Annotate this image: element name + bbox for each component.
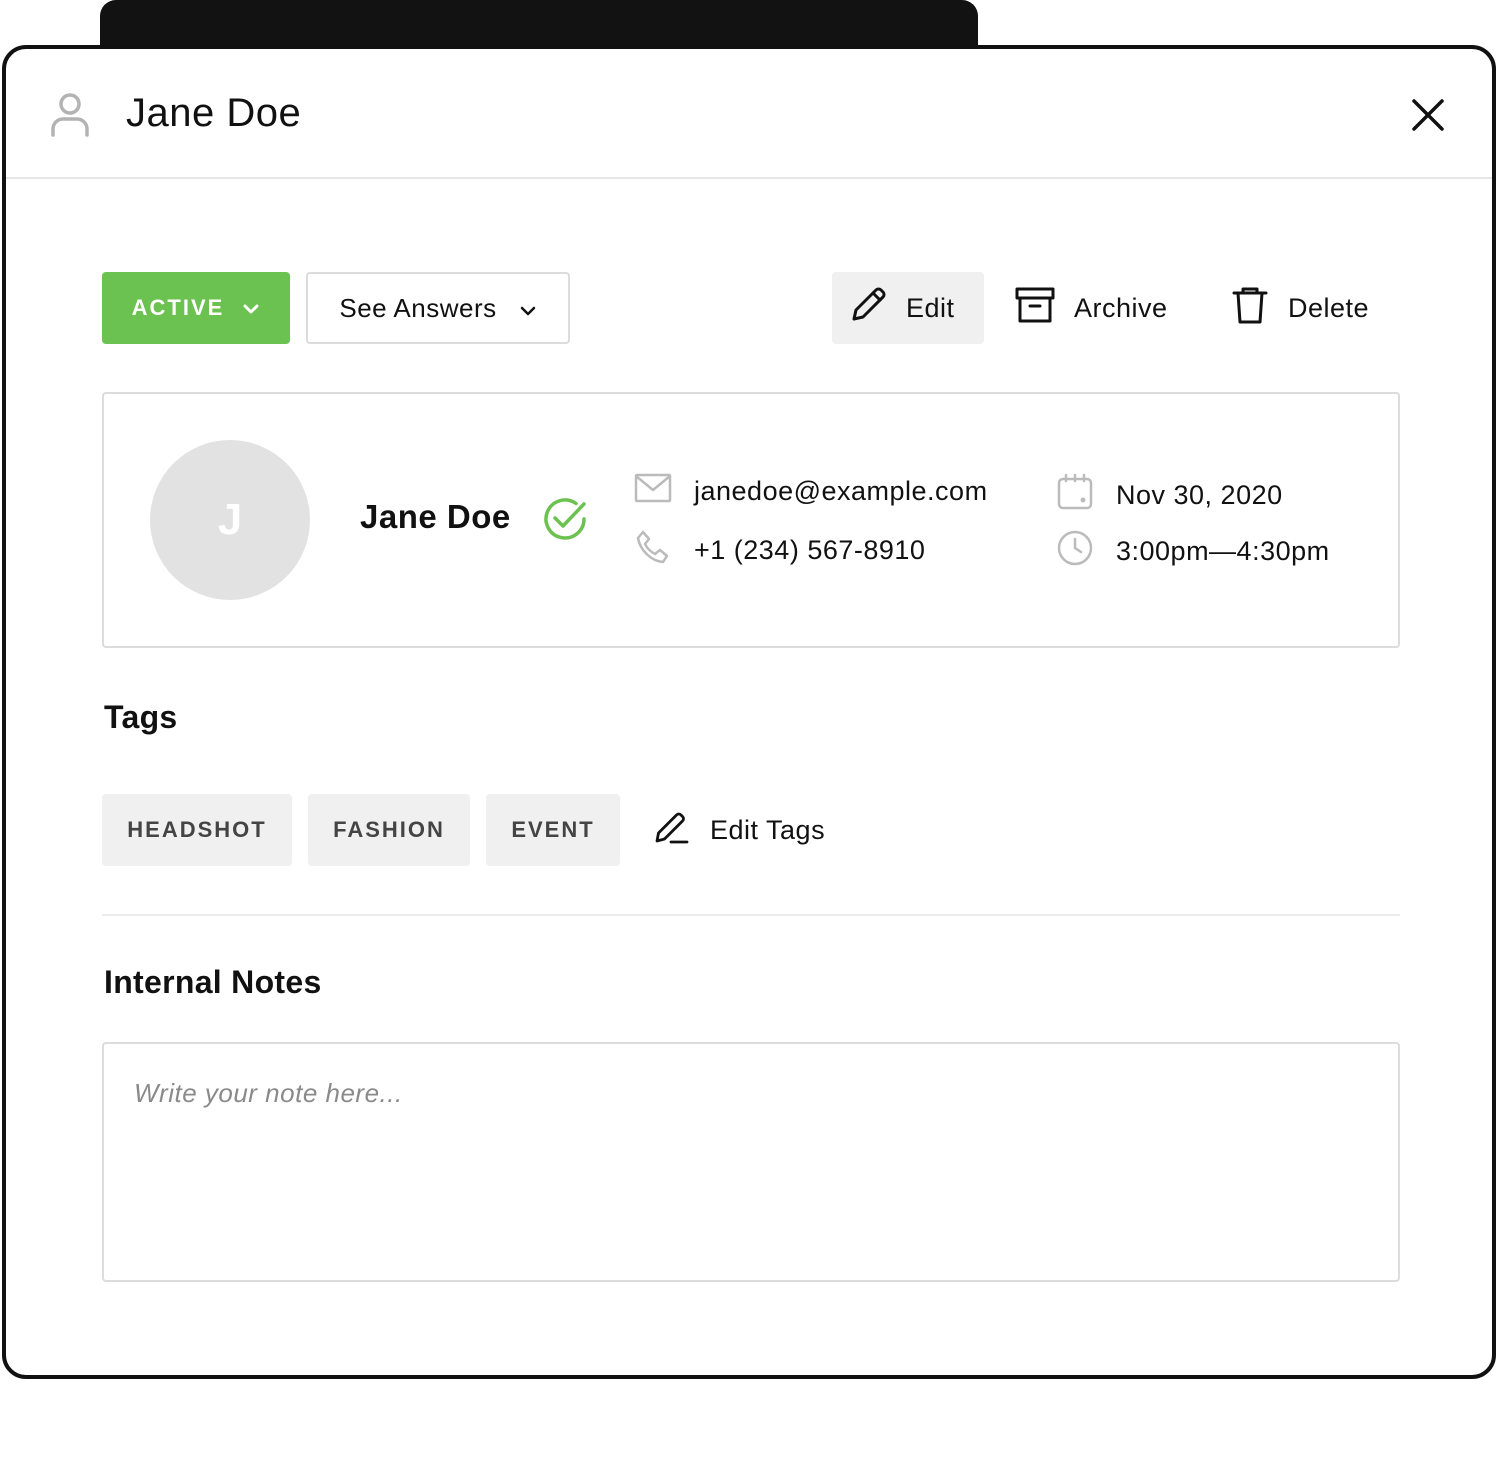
tags-heading: Tags — [104, 699, 178, 735]
date-row: Nov 30, 2020 — [1056, 473, 1283, 518]
status-dropdown-button[interactable]: ACTIVE — [102, 272, 290, 344]
pencil-icon — [848, 285, 888, 332]
profile-name: Jane Doe — [360, 498, 511, 535]
calendar-icon — [1056, 473, 1094, 518]
mail-icon — [634, 473, 672, 510]
contact-detail-modal: Jane Doe ACTIVE See Answers Edit Archive… — [2, 45, 1496, 1379]
delete-label: Delete — [1288, 292, 1370, 323]
edit-tags-label: Edit Tags — [710, 814, 826, 845]
archive-button[interactable]: Archive — [1014, 272, 1168, 344]
clock-icon — [1056, 529, 1094, 574]
chevron-down-icon — [519, 293, 537, 324]
chevron-down-icon — [242, 295, 260, 321]
time-text: 3:00pm—4:30pm — [1116, 536, 1330, 566]
date-text: Nov 30, 2020 — [1116, 480, 1283, 510]
tag-chip[interactable]: FASHION — [308, 794, 470, 866]
modal-title: Jane Doe — [126, 91, 302, 135]
status-label: ACTIVE — [131, 295, 225, 320]
user-icon — [50, 93, 90, 137]
email-row: janedoe@example.com — [634, 473, 988, 510]
modal-header: Jane Doe — [6, 49, 1492, 179]
see-answers-label: See Answers — [339, 292, 497, 323]
close-icon[interactable] — [1408, 95, 1448, 135]
trash-icon — [1230, 285, 1270, 332]
archive-label: Archive — [1074, 292, 1168, 323]
email-text[interactable]: janedoe@example.com — [694, 476, 988, 507]
time-row: 3:00pm—4:30pm — [1056, 529, 1330, 574]
action-toolbar: ACTIVE See Answers Edit Archive Delete — [102, 272, 1402, 344]
phone-text[interactable]: +1 (234) 567-8910 — [694, 535, 925, 566]
see-answers-dropdown[interactable]: See Answers — [306, 272, 570, 344]
pencil-line-icon — [654, 809, 690, 852]
edit-tags-button[interactable]: Edit Tags — [654, 794, 825, 866]
internal-notes-input[interactable] — [102, 1042, 1400, 1282]
profile-card: J Jane Doe janedoe@example.com +1 (234) … — [102, 392, 1400, 648]
tag-chip[interactable]: HEADSHOT — [102, 794, 292, 866]
section-divider — [102, 914, 1400, 916]
phone-row: +1 (234) 567-8910 — [634, 529, 925, 572]
avatar: J — [150, 440, 310, 600]
delete-button[interactable]: Delete — [1230, 272, 1369, 344]
phone-icon — [634, 529, 672, 572]
edit-label: Edit — [906, 292, 955, 323]
internal-notes-heading: Internal Notes — [104, 964, 322, 1000]
archive-box-icon — [1014, 286, 1056, 331]
verified-check-icon — [540, 494, 590, 544]
edit-button[interactable]: Edit — [832, 272, 984, 344]
tag-chip[interactable]: EVENT — [486, 794, 620, 866]
